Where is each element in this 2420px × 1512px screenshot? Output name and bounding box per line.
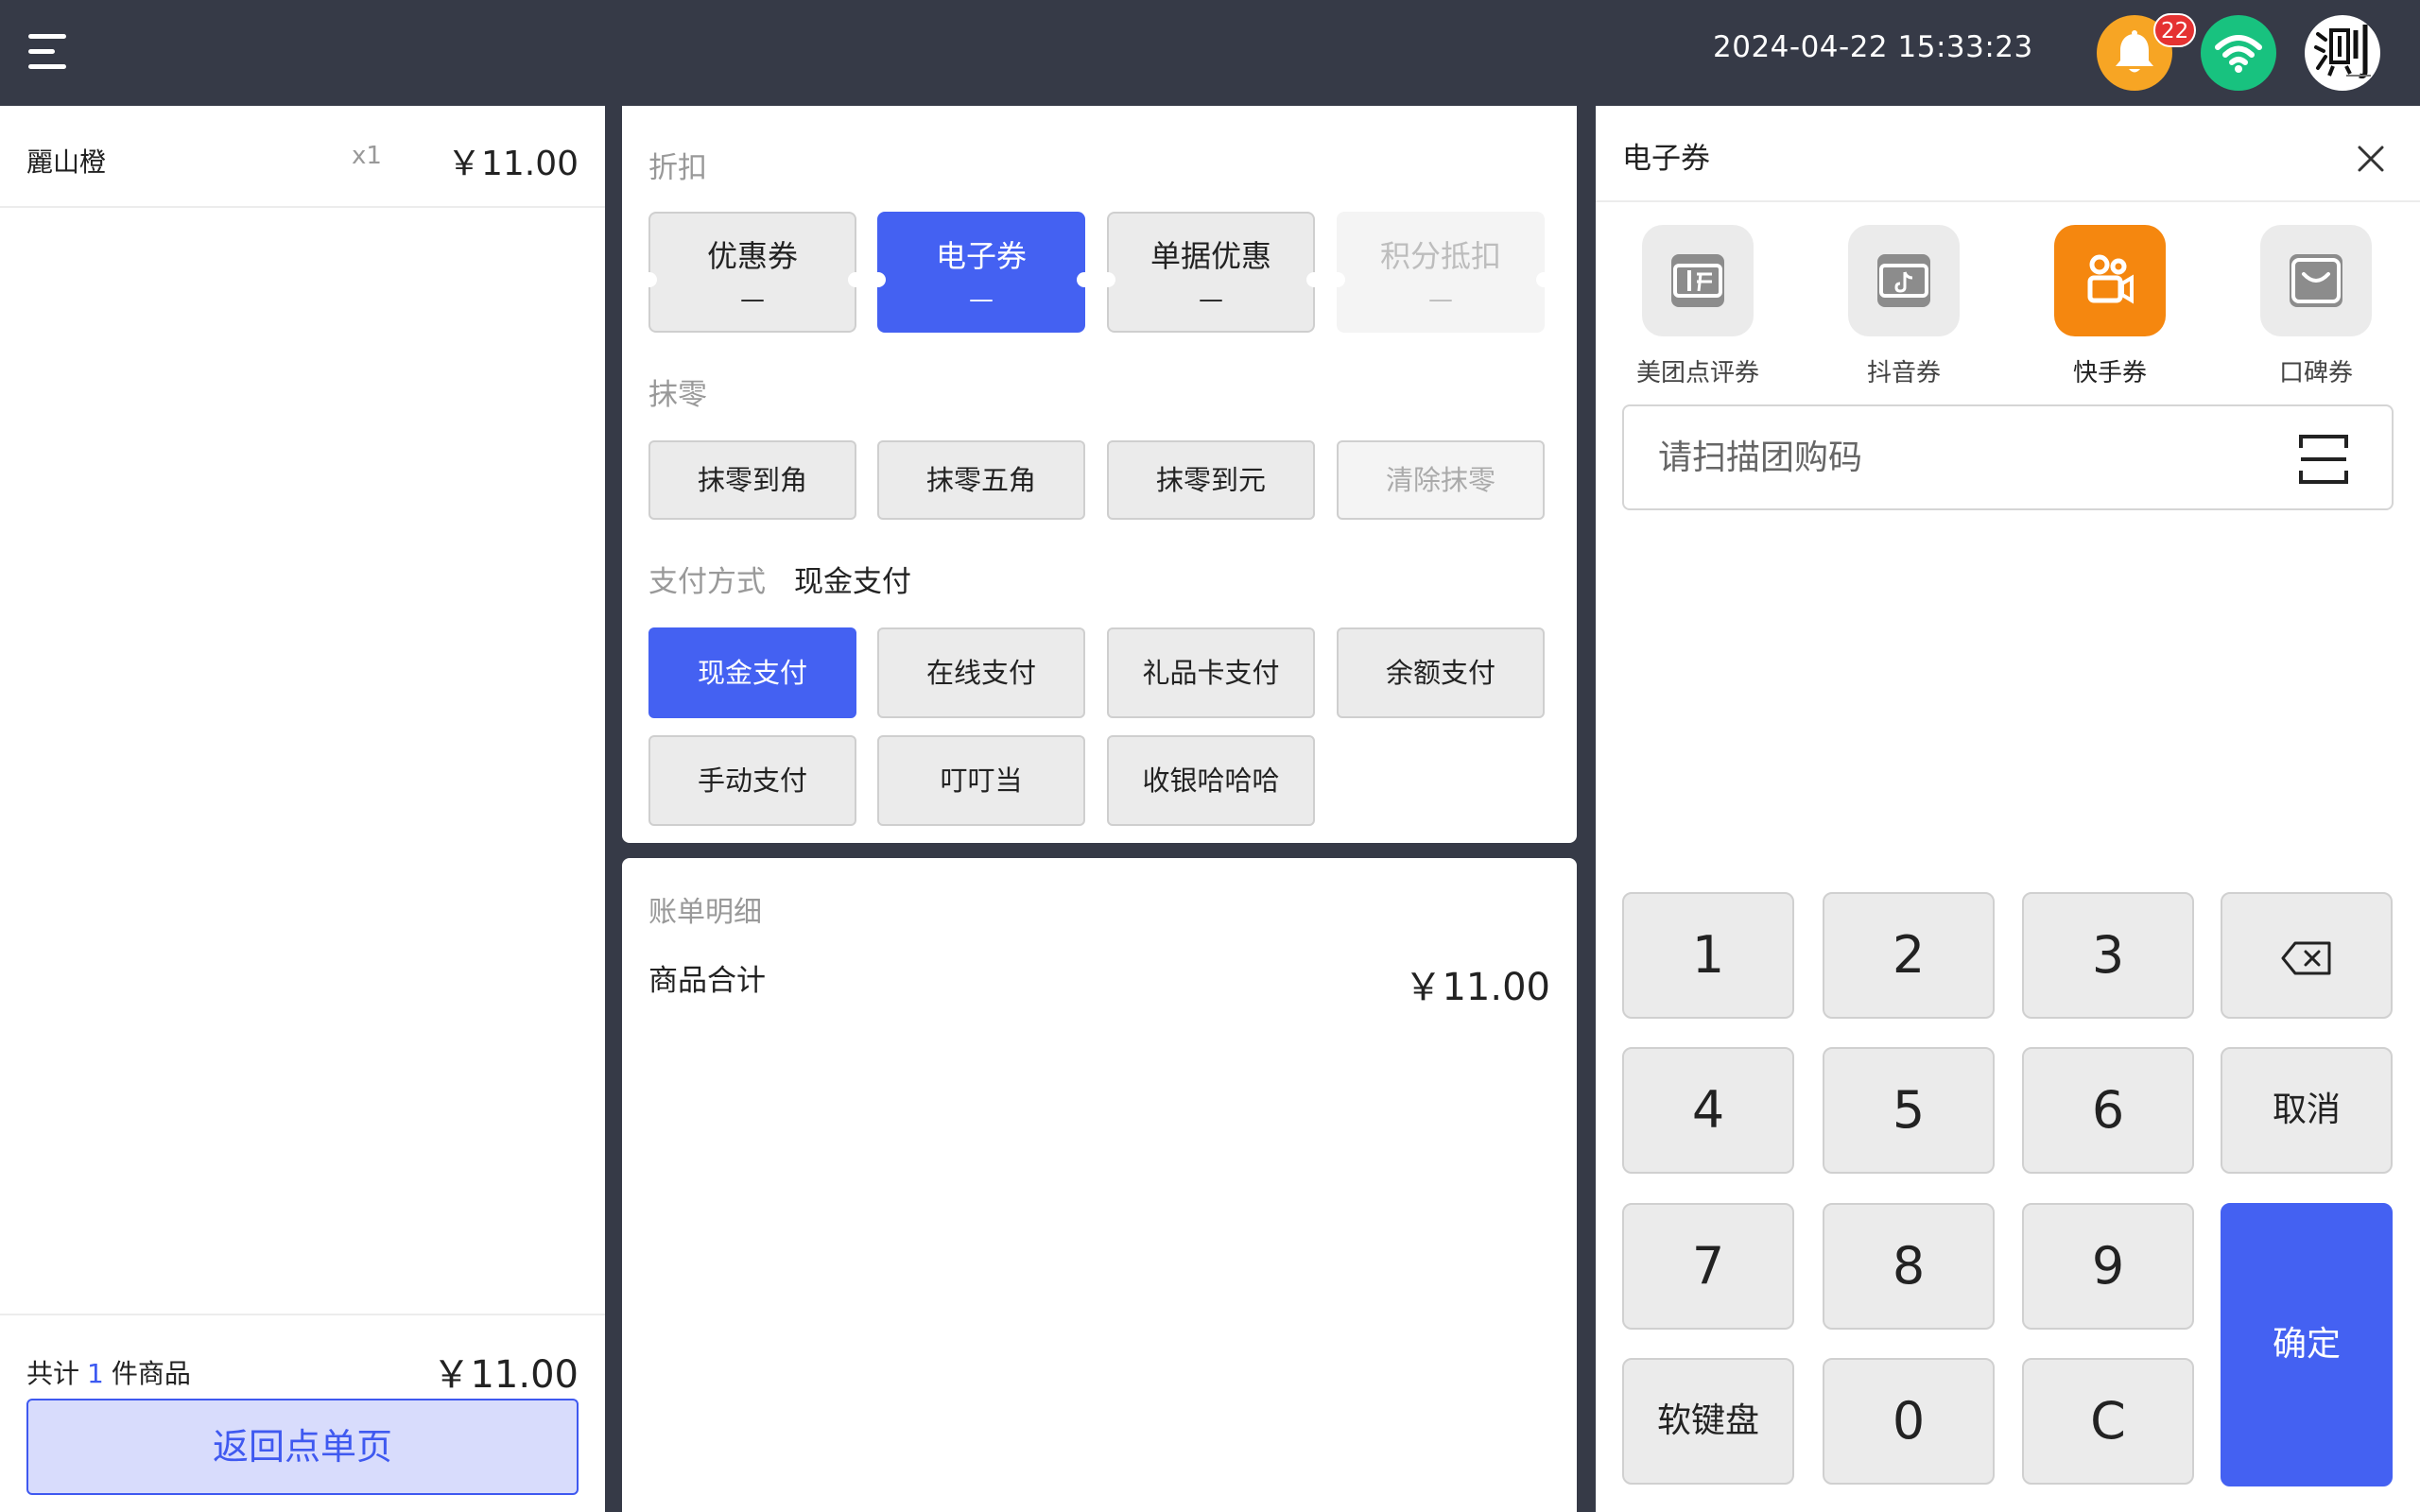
cash-payment-button[interactable]: 现金支付: [648, 627, 856, 718]
platform-koubei[interactable]: 口碑券: [2240, 225, 2392, 388]
key-5[interactable]: 5: [1823, 1047, 1995, 1174]
key-7[interactable]: 7: [1622, 1203, 1794, 1330]
payment-method-label: 支付方式: [648, 565, 766, 599]
key-9[interactable]: 9: [2022, 1203, 2194, 1330]
key-3[interactable]: 3: [2022, 892, 2194, 1019]
balance-payment-button[interactable]: 余额支付: [1337, 627, 1545, 718]
scan-icon[interactable]: [2297, 433, 2350, 486]
notification-badge: 22: [2153, 13, 2197, 47]
datetime: 2024-04-22 15:33:23: [1713, 30, 2033, 64]
round-to-yuan-button[interactable]: 抹零到元: [1107, 440, 1315, 520]
item-count-text: 共计 1 件商品: [26, 1353, 191, 1391]
meituan-icon: [1642, 225, 1754, 336]
gift-card-payment-button[interactable]: 礼品卡支付: [1107, 627, 1315, 718]
order-panel: 麗山橙 x1 ￥11.00 共计 1 件商品 ￥11.00 返回点单页: [0, 106, 605, 1512]
ecoupon-value: —: [969, 285, 994, 314]
online-payment-button[interactable]: 在线支付: [877, 627, 1085, 718]
platform-douyin[interactable]: 抖音券: [1828, 225, 1979, 388]
coupon-label: 优惠券: [706, 238, 798, 274]
cashier-hahaha-payment-button[interactable]: 收银哈哈哈: [1107, 735, 1315, 826]
koubei-icon: [2260, 225, 2372, 336]
points-deduction-label: 积分抵扣: [1379, 238, 1501, 274]
back-to-order-button[interactable]: 返回点单页: [26, 1399, 579, 1495]
bill-discount-button[interactable]: 单据优惠 —: [1100, 212, 1322, 333]
item-count: 1: [87, 1358, 104, 1389]
count-prefix: 共计: [26, 1358, 80, 1389]
bill-details-panel: 账单明细 商品合计 ￥11.00: [622, 858, 1577, 1512]
platform-name: 抖音券: [1866, 359, 1941, 387]
round-to-jiao-button[interactable]: 抹零到角: [648, 440, 856, 520]
dingdingdang-payment-button[interactable]: 叮叮当: [877, 735, 1085, 826]
points-deduction-value: —: [1428, 285, 1453, 314]
ecoupon-title: 电子券: [1622, 142, 1710, 176]
platform-name: 口碑券: [2278, 359, 2353, 387]
backspace-key[interactable]: [2221, 892, 2393, 1019]
top-bar: 2024-04-22 15:33:23 22: [0, 0, 2420, 106]
order-total: ￥11.00: [432, 1353, 579, 1397]
kuaishou-icon: [2054, 225, 2166, 336]
scan-field: [1622, 404, 2394, 510]
bill-discount-value: —: [1199, 285, 1223, 314]
key-2[interactable]: 2: [1823, 892, 1995, 1019]
current-payment-method: 现金支付: [794, 565, 911, 599]
round-half-jiao-button[interactable]: 抹零五角: [877, 440, 1085, 520]
list-item[interactable]: 麗山橙 x1 ￥11.00: [0, 106, 605, 208]
key-6[interactable]: 6: [2022, 1047, 2194, 1174]
clear-rounding-button[interactable]: 清除抹零: [1337, 440, 1545, 520]
ecoupon-panel: 电子券 美团点评券 抖音券 快手券 口碑券 请扫描团购码 1 2 3 4 5 6…: [1596, 106, 2420, 1512]
ecoupon-header: 电子券: [1596, 106, 2420, 202]
soft-keyboard-key[interactable]: 软键盘: [1622, 1358, 1794, 1485]
bill-title: 账单明细: [648, 896, 762, 929]
platform-name: 美团点评券: [1635, 359, 1759, 387]
subtotal-value: ￥11.00: [1404, 966, 1550, 1009]
rounding-label: 抹零: [648, 378, 707, 412]
discount-label: 折扣: [648, 151, 707, 185]
avatar[interactable]: [2305, 15, 2380, 91]
douyin-icon: [1848, 225, 1960, 336]
bill-discount-label: 单据优惠: [1150, 238, 1271, 274]
item-quantity: x1: [352, 142, 382, 170]
close-icon[interactable]: [2352, 140, 2390, 178]
subtotal-label: 商品合计: [648, 964, 766, 998]
points-deduction-button[interactable]: 积分抵扣 —: [1330, 212, 1551, 333]
platform-kuaishou[interactable]: 快手券: [2034, 225, 2186, 388]
ecoupon-label: 电子券: [935, 238, 1027, 274]
coupon-value: —: [740, 285, 765, 314]
item-price: ￥11.00: [446, 145, 579, 183]
wifi-icon[interactable]: [2201, 15, 2276, 91]
checkout-options-panel: 折扣 优惠券 — 电子券 — 单据优惠 — 积分抵扣 — 抹零 抹零到角 抹零五…: [622, 106, 1577, 843]
clear-key[interactable]: C: [2022, 1358, 2194, 1485]
item-name: 麗山橙: [26, 146, 107, 178]
key-0[interactable]: 0: [1823, 1358, 1995, 1485]
menu-icon[interactable]: [26, 32, 70, 72]
key-1[interactable]: 1: [1622, 892, 1794, 1019]
coupon-code-input[interactable]: [1658, 431, 2282, 484]
key-8[interactable]: 8: [1823, 1203, 1995, 1330]
order-summary: 共计 1 件商品 ￥11.00 返回点单页: [0, 1314, 605, 1512]
manual-payment-button[interactable]: 手动支付: [648, 735, 856, 826]
confirm-key[interactable]: 确定: [2221, 1203, 2393, 1486]
count-suffix: 件商品: [111, 1358, 191, 1389]
coupon-button[interactable]: 优惠券 —: [642, 212, 863, 333]
ecoupon-button[interactable]: 电子券 —: [871, 212, 1092, 333]
key-4[interactable]: 4: [1622, 1047, 1794, 1174]
backspace-icon: [2281, 941, 2331, 975]
platform-name: 快手券: [2072, 359, 2147, 387]
platform-meituan[interactable]: 美团点评券: [1622, 225, 1773, 388]
cancel-key[interactable]: 取消: [2221, 1047, 2393, 1174]
